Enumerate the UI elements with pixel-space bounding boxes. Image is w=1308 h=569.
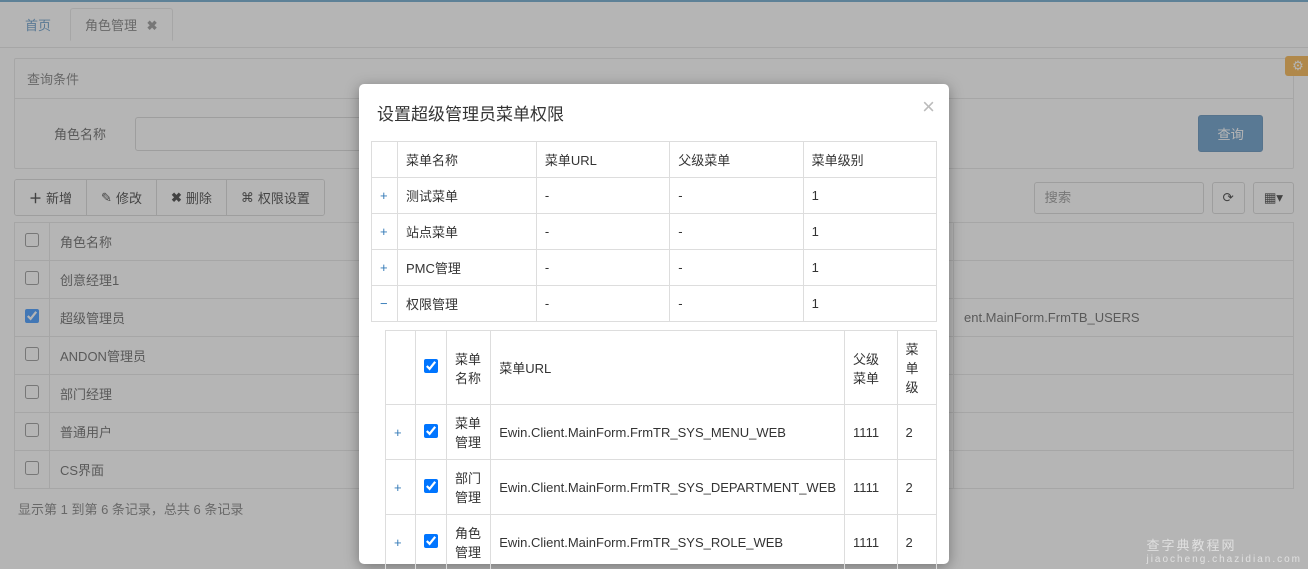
expand-icon[interactable]: + xyxy=(372,178,398,214)
cell-url: - xyxy=(536,286,669,322)
cell-name: 站点菜单 xyxy=(398,214,537,250)
expand-icon[interactable]: − xyxy=(372,286,398,322)
menu-table: 菜单名称 菜单URL 父级菜单 菜单级别 + 测试菜单 - - 1+ 站点菜单 … xyxy=(371,141,937,322)
cell-level: 1 xyxy=(803,250,936,286)
cell-name: 角色管理 xyxy=(447,515,491,569)
cell-url: - xyxy=(536,214,669,250)
cell-name: 部门管理 xyxy=(447,460,491,515)
cell-parent: - xyxy=(670,214,803,250)
cell-parent: - xyxy=(670,286,803,322)
permission-modal: 设置超级管理员菜单权限 × 菜单名称 菜单URL 父级菜单 菜单级别 + 测试菜… xyxy=(359,84,949,564)
submenu-table: 菜单名称 菜单URL 父级菜单 菜单级 + 菜单管理 Ewin.Client.M… xyxy=(385,330,937,569)
cell-level: 2 xyxy=(897,460,936,515)
expand-icon[interactable]: + xyxy=(386,405,416,460)
expand-icon[interactable]: + xyxy=(372,250,398,286)
cell-parent: 1111 xyxy=(845,405,897,460)
submenu-row[interactable]: + 角色管理 Ewin.Client.MainForm.FrmTR_SYS_RO… xyxy=(386,515,937,569)
cell-url: Ewin.Client.MainForm.FrmTR_SYS_ROLE_WEB xyxy=(491,515,845,569)
sub-select-all[interactable] xyxy=(424,359,438,373)
menu-row[interactable]: + PMC管理 - - 1 xyxy=(372,250,937,286)
col-level: 菜单级 xyxy=(897,331,936,405)
col-level: 菜单级别 xyxy=(803,142,936,178)
cell-level: 2 xyxy=(897,405,936,460)
col-parent: 父级菜单 xyxy=(845,331,897,405)
watermark: 查字典教程网 jiaocheng.chazidian.com xyxy=(1146,535,1302,565)
row-checkbox[interactable] xyxy=(424,424,438,438)
cell-parent: - xyxy=(670,250,803,286)
modal-title: 设置超级管理员菜单权限 xyxy=(377,100,931,125)
cell-name: 菜单管理 xyxy=(447,405,491,460)
row-checkbox[interactable] xyxy=(424,534,438,548)
cell-url: - xyxy=(536,250,669,286)
cell-name: 测试菜单 xyxy=(398,178,537,214)
menu-row[interactable]: − 权限管理 - - 1 xyxy=(372,286,937,322)
expand-icon[interactable]: + xyxy=(386,515,416,569)
cell-url: - xyxy=(536,178,669,214)
cell-url: Ewin.Client.MainForm.FrmTR_SYS_DEPARTMEN… xyxy=(491,460,845,515)
cell-parent: 1111 xyxy=(845,515,897,569)
col-menu-name: 菜单名称 xyxy=(447,331,491,405)
modal-close-button[interactable]: × xyxy=(922,94,935,120)
cell-parent: 1111 xyxy=(845,460,897,515)
expand-icon[interactable]: + xyxy=(386,460,416,515)
cell-level: 1 xyxy=(803,214,936,250)
col-menu-url: 菜单URL xyxy=(536,142,669,178)
cell-name: PMC管理 xyxy=(398,250,537,286)
menu-row[interactable]: + 测试菜单 - - 1 xyxy=(372,178,937,214)
menu-row[interactable]: + 站点菜单 - - 1 xyxy=(372,214,937,250)
row-checkbox[interactable] xyxy=(424,479,438,493)
submenu-row[interactable]: + 部门管理 Ewin.Client.MainForm.FrmTR_SYS_DE… xyxy=(386,460,937,515)
cell-level: 1 xyxy=(803,286,936,322)
cell-url: Ewin.Client.MainForm.FrmTR_SYS_MENU_WEB xyxy=(491,405,845,460)
cell-level: 2 xyxy=(897,515,936,569)
col-parent: 父级菜单 xyxy=(670,142,803,178)
cell-parent: - xyxy=(670,178,803,214)
col-menu-url: 菜单URL xyxy=(491,331,845,405)
submenu-row[interactable]: + 菜单管理 Ewin.Client.MainForm.FrmTR_SYS_ME… xyxy=(386,405,937,460)
col-menu-name: 菜单名称 xyxy=(398,142,537,178)
cell-name: 权限管理 xyxy=(398,286,537,322)
expand-icon[interactable]: + xyxy=(372,214,398,250)
cell-level: 1 xyxy=(803,178,936,214)
